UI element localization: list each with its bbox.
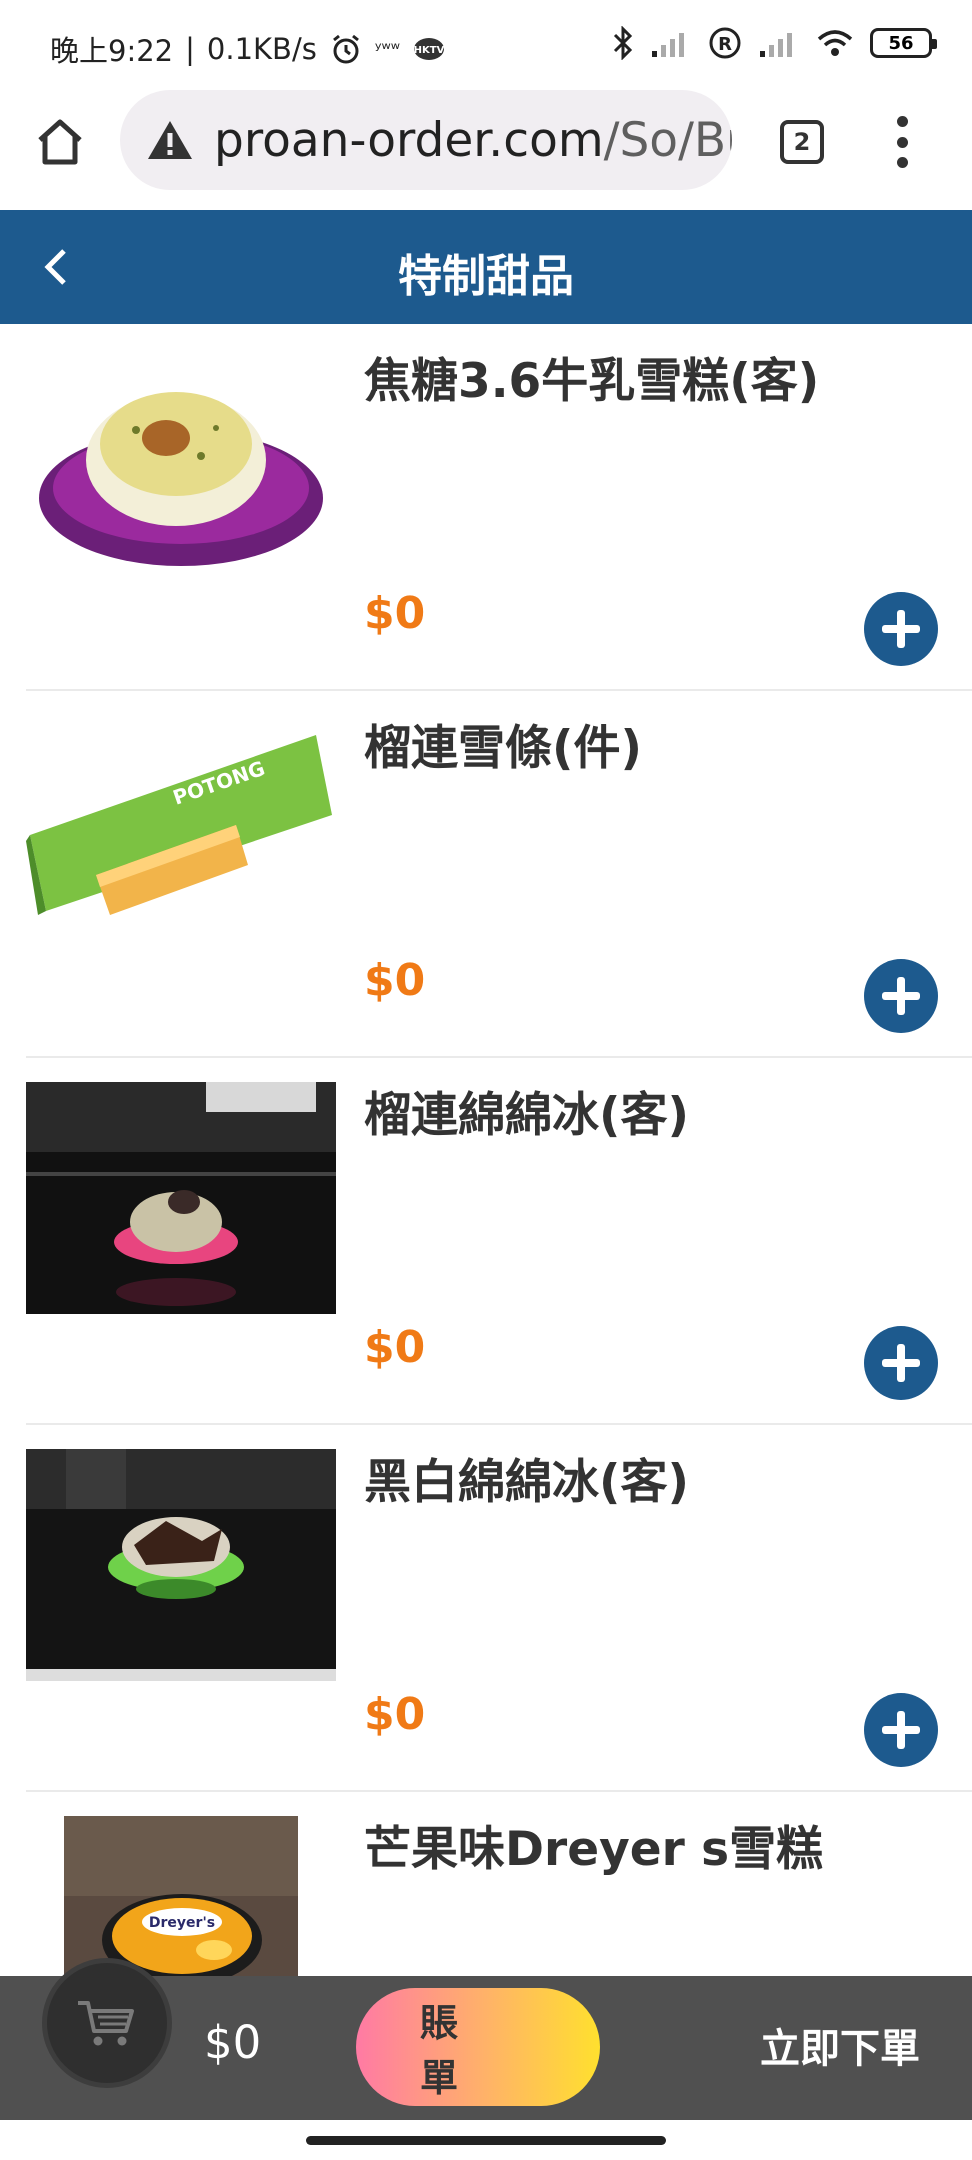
home-button[interactable] [30, 112, 90, 172]
alarm-icon [329, 32, 363, 66]
roaming-icon: R [708, 26, 742, 60]
screen: 晚上9:22 | 0.1KB/s ʸʷʷ HKTV R 56 proan-ord… [0, 0, 972, 2160]
product-name: 榴連雪條(件) [364, 721, 642, 776]
status-time: 晚上9:22 [50, 34, 174, 68]
status-speed: 0.1KB/s [206, 32, 317, 66]
add-to-cart-button[interactable] [864, 959, 938, 1033]
bluetooth-icon [612, 26, 634, 60]
product-price: $0 [364, 588, 426, 639]
place-order-button[interactable]: 立即下單 [760, 2016, 920, 2074]
status-right: R 56 [612, 26, 937, 60]
shopping-cart-icon [78, 2001, 134, 2046]
svg-text:R: R [718, 34, 732, 55]
warning-icon [148, 121, 192, 159]
product-price: $0 [364, 1689, 426, 1740]
status-left: 晚上9:22 | 0.1KB/s ʸʷʷ HKTV [50, 28, 446, 70]
product-price: $0 [364, 1322, 426, 1373]
home-icon [38, 119, 82, 165]
product-name: 榴連綿綿冰(客) [364, 1088, 689, 1143]
bill-button[interactable]: 賬單 [356, 1988, 600, 2106]
product-image [26, 1082, 336, 1314]
menu-dot [896, 157, 908, 168]
hktv-icon: HKTV [412, 34, 446, 64]
status-separator: | [185, 32, 195, 66]
product-item[interactable]: POTONG 榴連雪條(件) $0 [26, 691, 972, 1058]
product-name: 焦糖3.6牛乳雪糕(客) [364, 354, 820, 409]
product-image [26, 348, 336, 580]
add-to-cart-button[interactable] [864, 1693, 938, 1767]
url-path: /So/Bu [603, 112, 732, 168]
system-nav-bar [0, 2120, 972, 2160]
browser-toolbar: proan-order.com/So/Bu 2 [0, 90, 972, 210]
url-text: proan-order.com/So/Bu [214, 113, 732, 168]
signal-icon [758, 29, 800, 57]
menu-dot [896, 136, 908, 148]
product-image [26, 1449, 336, 1681]
yw-icon: ʸʷʷ [374, 38, 401, 60]
product-item[interactable]: 黑白綿綿冰(客) $0 [26, 1425, 972, 1792]
signal-icon [650, 29, 692, 57]
product-list: 焦糖3.6牛乳雪糕(客) $0 POTONG 榴連雪條(件) $0 榴連綿綿冰(… [0, 324, 972, 2159]
product-item[interactable]: 焦糖3.6牛乳雪糕(客) $0 [26, 324, 972, 691]
product-name: 芒果味Dreyer s雪糕 [364, 1822, 824, 1877]
wifi-icon [816, 28, 854, 58]
product-name: 黑白綿綿冰(客) [364, 1455, 689, 1510]
add-to-cart-button[interactable] [864, 592, 938, 666]
product-image: POTONG [26, 715, 336, 947]
menu-dot [896, 116, 908, 127]
svg-text:Dreyer's: Dreyer's [149, 1915, 215, 1931]
cart-total: $0 [204, 2016, 262, 2069]
battery-icon: 56 [870, 28, 937, 58]
browser-menu-button[interactable] [882, 110, 922, 174]
add-to-cart-button[interactable] [864, 1326, 938, 1400]
product-item[interactable]: 榴連綿綿冰(客) $0 [26, 1058, 972, 1425]
cart-button[interactable] [42, 1958, 172, 2088]
url-domain: proan-order.com [214, 112, 604, 168]
home-gesture-handle[interactable] [306, 2136, 666, 2145]
product-price: $0 [364, 955, 426, 1006]
app-header: 特制甜品 [0, 210, 972, 324]
url-bar[interactable]: proan-order.com/So/Bu [120, 90, 732, 190]
status-bar: 晚上9:22 | 0.1KB/s ʸʷʷ HKTV R 56 [0, 0, 972, 90]
page-title: 特制甜品 [398, 251, 574, 302]
bottom-cart-bar: $0 賬單 立即下單 [0, 1958, 972, 2120]
svg-text:HKTV: HKTV [414, 45, 445, 56]
tab-switcher-button[interactable]: 2 [780, 120, 824, 164]
